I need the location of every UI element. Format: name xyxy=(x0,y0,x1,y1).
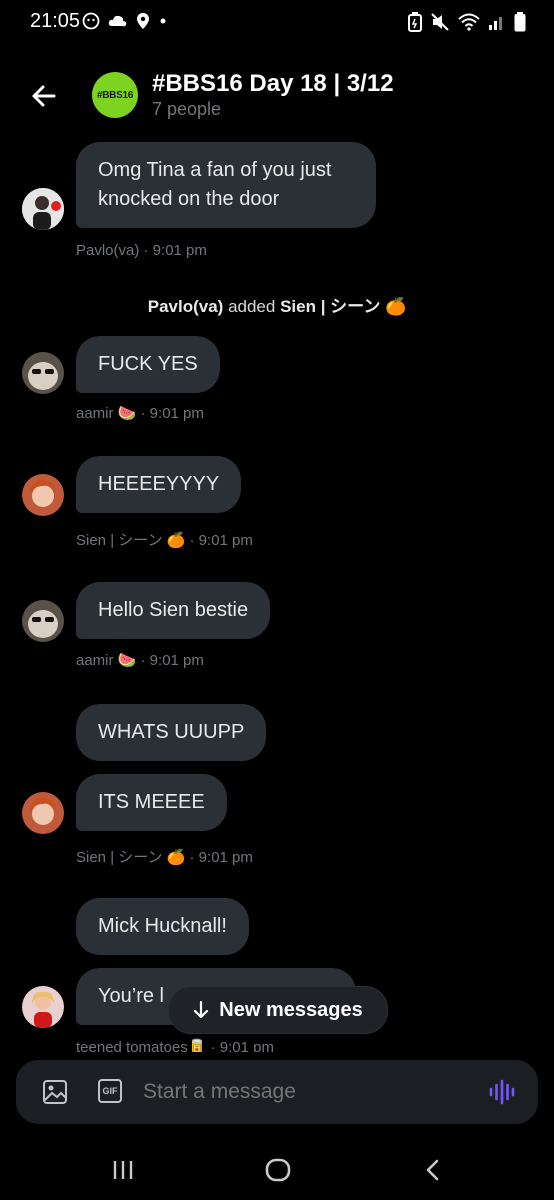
message-composer: GIF xyxy=(16,1060,538,1124)
battery-icon xyxy=(514,12,526,32)
message-text: Hello Sien bestie xyxy=(98,599,249,621)
message-meta: Sien | シーン 🍊 · 9:01 pm xyxy=(76,532,253,549)
cloud-icon xyxy=(108,15,127,27)
message-bubble[interactable]: Hello Sien bestie xyxy=(76,582,271,639)
gif-button[interactable]: GIF xyxy=(98,1079,122,1103)
avatar[interactable] xyxy=(22,986,64,1028)
message-text: You’re l xyxy=(98,985,164,1007)
conversation-header: #BBS16 #BBS16 Day 18 | 3/12 7 people xyxy=(0,60,554,132)
wifi-icon xyxy=(458,13,480,31)
user-photo xyxy=(22,352,64,394)
message-meta: aamir 🍉 · 9:01 pm xyxy=(76,405,204,422)
system-message: Pavlo(va) added Sien | シーン 🍊 xyxy=(147,297,407,316)
message-bubble[interactable]: ITS MEEEE xyxy=(76,774,227,831)
message-input[interactable] xyxy=(143,1080,463,1104)
message-bubble[interactable]: Mick Hucknall! xyxy=(76,898,249,955)
avatar[interactable] xyxy=(22,352,64,394)
message-text: Mick Hucknall! xyxy=(98,915,227,937)
dot-icon xyxy=(160,18,166,24)
mute-icon xyxy=(431,13,449,31)
status-time: 21:05 xyxy=(30,10,81,32)
voice-message-icon[interactable] xyxy=(488,1078,516,1106)
message-text: WHATS UUUPP xyxy=(98,721,245,743)
recent-apps-icon[interactable] xyxy=(110,1158,136,1182)
message-meta: Pavlo(va) · 9:01 pm xyxy=(76,242,207,259)
face-icon xyxy=(82,12,100,30)
arrow-left-icon[interactable] xyxy=(28,80,60,112)
arrow-down-icon xyxy=(194,1000,209,1019)
new-messages-label: New messages xyxy=(219,998,363,1021)
message-list[interactable]: Omg Tina a fan of you just knocked on th… xyxy=(0,130,554,1052)
message-bubble[interactable]: Omg Tina a fan of you just knocked on th… xyxy=(76,142,376,228)
message-text: ITS MEEEE xyxy=(98,791,205,813)
participants-count[interactable]: 7 people xyxy=(152,99,221,120)
message-text-line: knocked on the door xyxy=(98,188,280,210)
message-meta: aamir 🍉 · 9:01 pm xyxy=(76,652,204,669)
message-bubble[interactable]: HEEEEYYYY xyxy=(76,456,242,513)
message-text: FUCK YES xyxy=(98,353,198,375)
avatar[interactable] xyxy=(22,188,64,230)
message-bubble[interactable]: WHATS UUUPP xyxy=(76,704,267,761)
user-photo xyxy=(22,792,64,834)
message-meta: Sien | シーン 🍊 · 9:01 pm xyxy=(76,849,253,866)
message-text: HEEEEYYYY xyxy=(98,473,220,495)
location-icon xyxy=(137,13,149,29)
message-meta: teened tomatoes🥫 · 9:01 pm xyxy=(76,1039,274,1052)
message-bubble[interactable]: FUCK YES xyxy=(76,336,220,393)
home-icon[interactable] xyxy=(264,1158,292,1182)
avatar[interactable] xyxy=(22,474,64,516)
message-text-line: Omg Tina a fan of you just xyxy=(98,159,332,181)
signal-icon xyxy=(489,17,502,30)
user-photo xyxy=(22,188,64,230)
image-icon[interactable] xyxy=(42,1079,68,1105)
user-photo xyxy=(22,600,64,642)
new-messages-button[interactable]: New messages xyxy=(168,986,388,1034)
back-nav-icon[interactable] xyxy=(422,1158,444,1182)
user-photo xyxy=(22,474,64,516)
avatar[interactable] xyxy=(22,600,64,642)
group-avatar-label: #BBS16 xyxy=(97,89,133,101)
battery-saver-icon xyxy=(408,12,422,32)
user-photo xyxy=(22,986,64,1028)
avatar[interactable] xyxy=(22,792,64,834)
group-avatar[interactable]: #BBS16 xyxy=(92,72,138,118)
gif-label: GIF xyxy=(102,1086,118,1096)
status-bar: 21:05 xyxy=(0,0,554,44)
system-navigation-bar xyxy=(0,1140,554,1200)
conversation-title[interactable]: #BBS16 Day 18 | 3/12 xyxy=(152,70,394,98)
